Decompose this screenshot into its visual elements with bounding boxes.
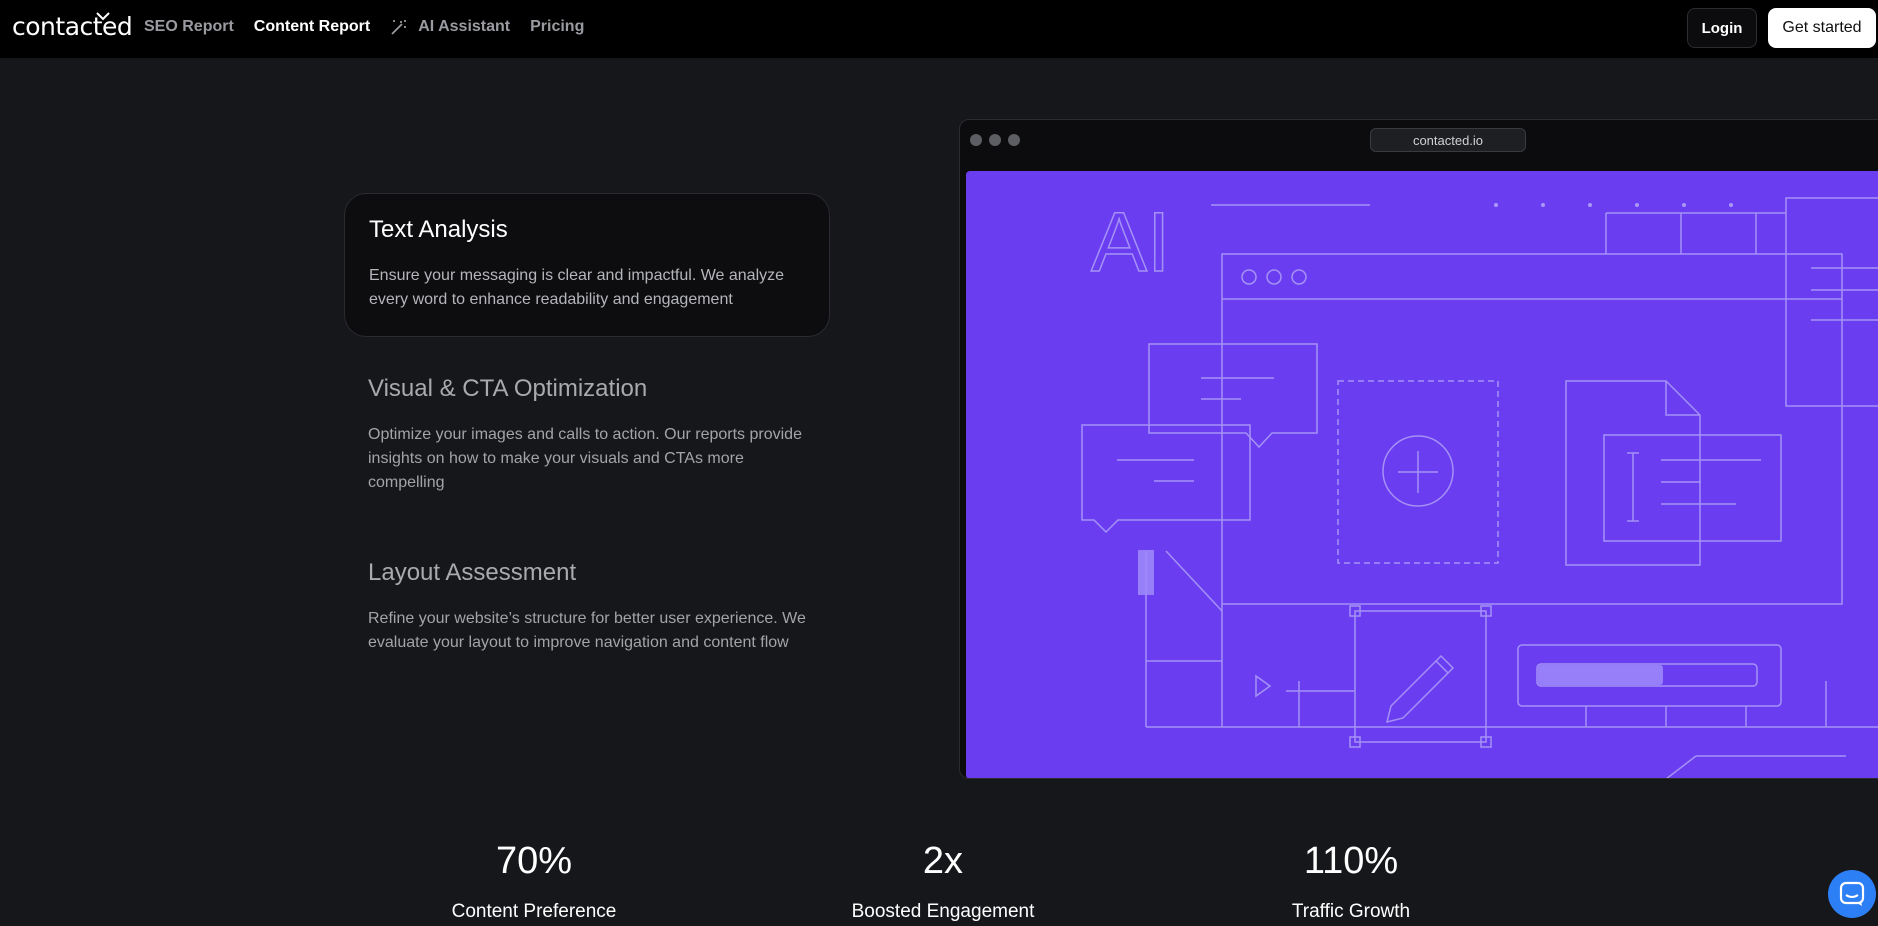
ai-letters: AI (1091, 195, 1170, 289)
feature-title: Visual & CTA Optimization (368, 375, 648, 402)
feature-description: Optimize your images and calls to action… (368, 426, 802, 491)
get-started-button[interactable]: Get started (1768, 8, 1876, 48)
stat-label: Traffic Growth (1291, 901, 1411, 922)
feature-title: Text Analysis (369, 216, 508, 243)
feature-description: Ensure your messaging is clear and impac… (369, 267, 785, 308)
stat-content-preference: 70% Content Preference (404, 840, 664, 923)
illustration: AI (966, 171, 1878, 778)
stat-boosted-engagement: 2x Boosted Engagement (813, 840, 1073, 923)
feature-card-layout-assessment[interactable]: Layout Assessment Refine your website’s … (344, 537, 830, 677)
stat-traffic-growth: 110% Traffic Growth (1221, 840, 1481, 923)
window-dot-icon (1008, 134, 1020, 146)
stat-value: 2x (922, 840, 964, 882)
ai-illustration: AI (1081, 194, 1878, 778)
window-dot-icon (989, 134, 1001, 146)
url-bar: contacted.io (1370, 128, 1526, 152)
browser-mockup: contacted.io AI (959, 119, 1878, 779)
top-navbar: contacted SEO Report Content Report AI A… (0, 0, 1878, 58)
magic-wand-icon (391, 20, 407, 35)
chat-launcher-button[interactable] (1828, 870, 1876, 918)
nav-link-ai-assistant-label: AI Assistant (418, 18, 511, 35)
nav-link-pricing[interactable]: Pricing (530, 18, 584, 36)
feature-card-text-analysis[interactable]: Text Analysis Ensure your messaging is c… (344, 193, 830, 337)
nav-links: SEO Report Content Report AI Assistant P… (144, 18, 604, 36)
logo-check-icon (96, 12, 110, 21)
logo[interactable]: contacted (12, 12, 133, 41)
chat-icon (1839, 881, 1865, 906)
feature-description: Refine your website’s structure for bett… (368, 610, 806, 651)
nav-link-ai-assistant[interactable]: AI Assistant (390, 18, 510, 36)
feature-title: Layout Assessment (368, 559, 577, 586)
stat-value: 70% (495, 840, 573, 882)
feature-card-visual-cta[interactable]: Visual & CTA Optimization Optimize your … (344, 353, 830, 517)
stat-label: Boosted Engagement (851, 901, 1035, 922)
login-button[interactable]: Login (1687, 8, 1757, 48)
stat-label: Content Preference (451, 901, 617, 922)
window-dot-icon (970, 134, 982, 146)
stat-value: 110% (1303, 840, 1399, 882)
nav-link-seo-report[interactable]: SEO Report (144, 18, 234, 36)
nav-link-content-report[interactable]: Content Report (254, 18, 370, 36)
